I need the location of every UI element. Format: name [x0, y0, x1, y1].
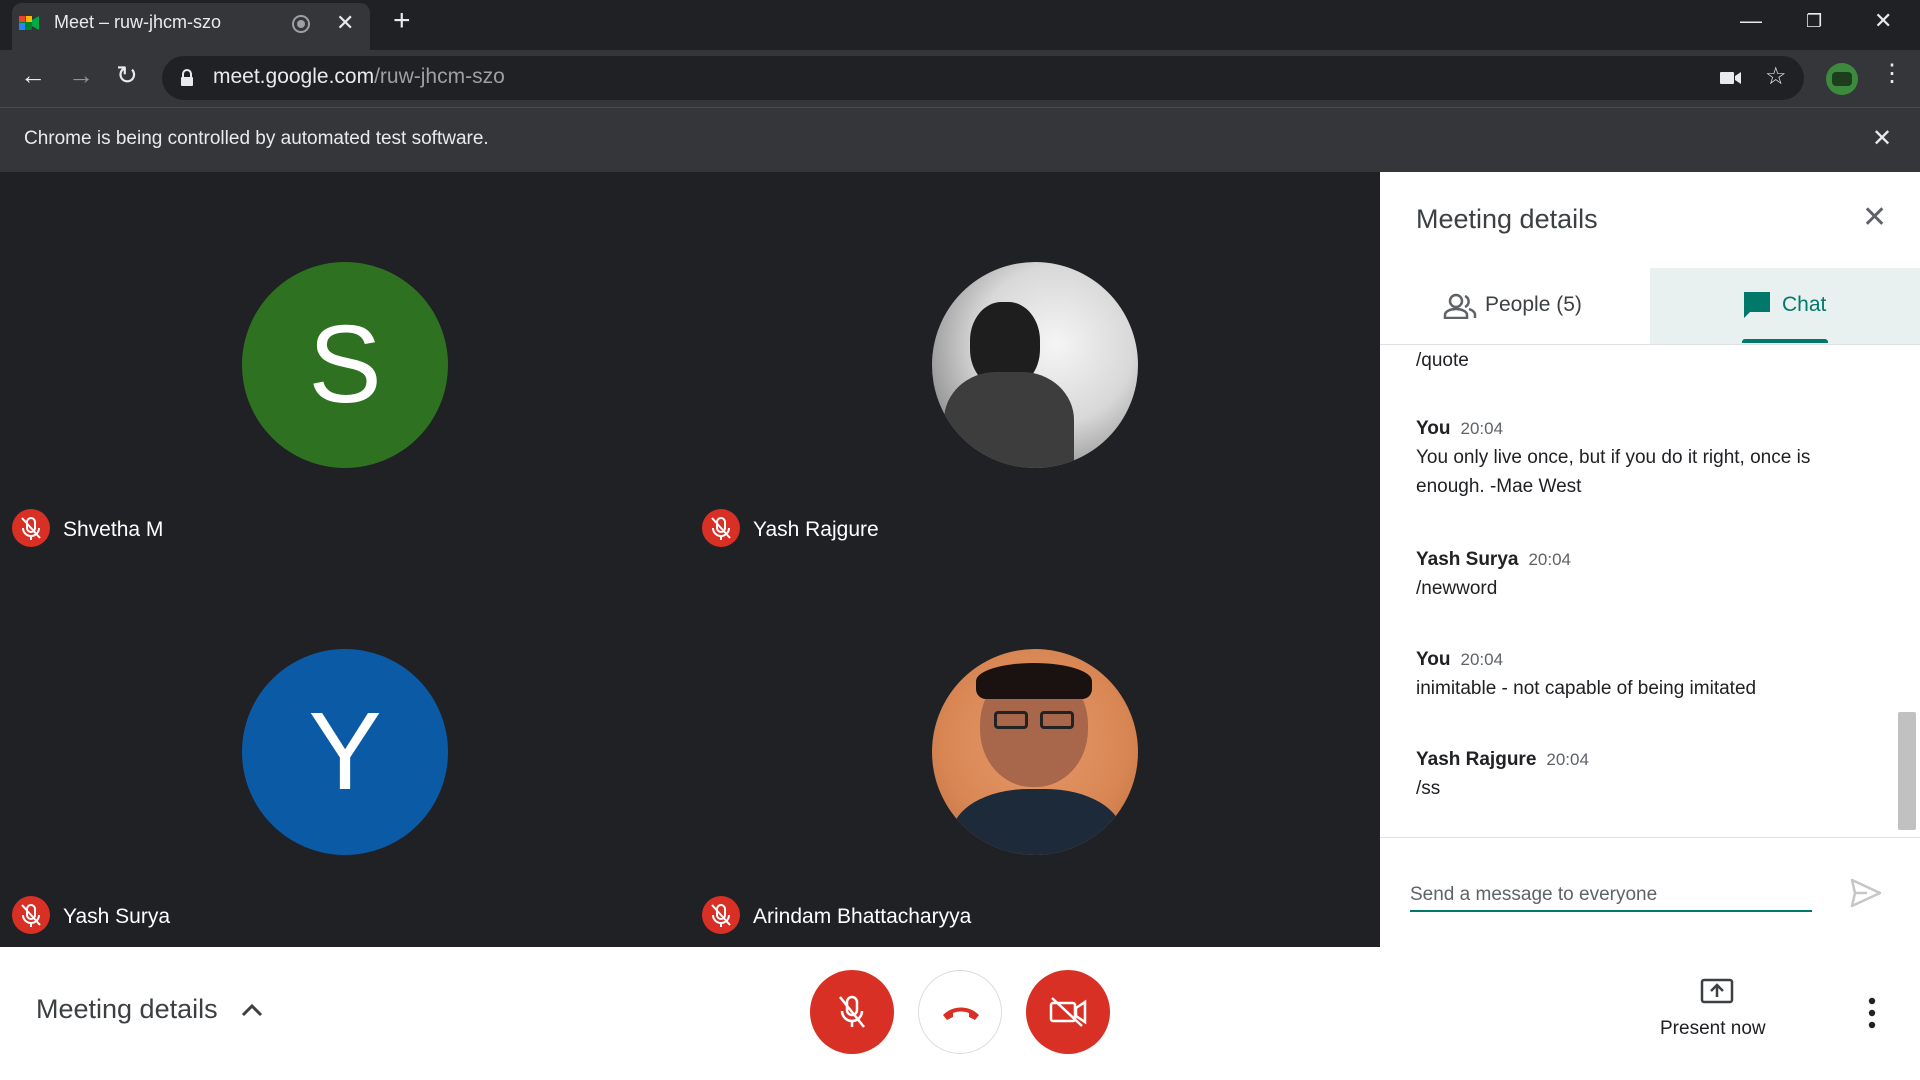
chevron-up-icon[interactable] — [240, 1000, 264, 1020]
mic-toggle-button[interactable] — [810, 970, 894, 1054]
restore-icon[interactable]: ❐ — [1806, 11, 1822, 32]
participant-photo-yash-rajgure — [932, 262, 1138, 468]
chat-tab-label: Chat — [1782, 293, 1827, 316]
participant-name: Yash Surya — [63, 905, 170, 928]
chat-scrollbar[interactable] — [1898, 712, 1916, 830]
send-icon[interactable] — [1850, 878, 1882, 908]
message-text: /ss — [1416, 778, 1441, 799]
panel-close-icon[interactable]: ✕ — [1862, 200, 1887, 235]
chat-message: Yash Rajgure 20:04 /ss — [1416, 749, 1856, 803]
message-time: 20:04 — [1546, 750, 1589, 769]
bookmark-star-icon[interactable]: ☆ — [1765, 62, 1787, 91]
people-tab-label: People (5) — [1485, 293, 1582, 316]
message-sender: Yash Rajgure — [1416, 749, 1537, 770]
message-text: inimitable - not capable of being imitat… — [1416, 678, 1757, 699]
present-screen-icon[interactable] — [1700, 978, 1734, 1006]
camera-off-icon — [1049, 997, 1087, 1027]
message-sender: Yash Surya — [1416, 549, 1519, 570]
chat-icon — [1744, 292, 1770, 318]
lock-icon — [181, 69, 193, 86]
divider — [1380, 837, 1920, 838]
chat-message-partial: /quote — [1416, 350, 1469, 371]
message-text: You only live once, but if you do it rig… — [1416, 447, 1811, 497]
camera-indicator-icon[interactable] — [1720, 70, 1742, 86]
recording-indicator-icon — [292, 15, 310, 33]
participant-photo-arindam — [932, 649, 1138, 855]
message-text: /newword — [1416, 578, 1498, 599]
panel-title: Meeting details — [1416, 204, 1598, 234]
url-text[interactable]: meet.google.com/ruw-jhcm-szo — [213, 65, 505, 89]
message-time: 20:04 — [1528, 550, 1571, 569]
people-icon — [1443, 293, 1477, 319]
chat-message-input[interactable] — [1410, 880, 1812, 912]
tab-title: Meet – ruw-jhcm-szo — [54, 12, 222, 32]
more-options-icon[interactable] — [1868, 997, 1876, 1029]
active-tab-indicator — [1742, 339, 1828, 343]
browser-menu-icon[interactable]: ⋮ — [1880, 62, 1904, 86]
mic-off-icon — [12, 896, 50, 934]
new-tab-icon[interactable]: + — [393, 6, 411, 36]
participant-name: Shvetha M — [63, 518, 164, 541]
window-close-icon[interactable]: ✕ — [1874, 8, 1892, 34]
participant-name: Yash Rajgure — [753, 518, 879, 541]
mic-off-icon — [702, 896, 740, 934]
profile-avatar[interactable] — [1826, 63, 1858, 95]
minimize-icon[interactable]: — — [1740, 8, 1762, 34]
forward-icon[interactable]: → — [68, 62, 94, 88]
chat-message: You 20:04 inimitable - not capable of bei… — [1416, 649, 1856, 703]
mic-off-icon — [702, 509, 740, 547]
url-domain: meet.google.com — [213, 65, 375, 88]
infobar-text: Chrome is being controlled by automated … — [24, 128, 489, 149]
message-sender: You — [1416, 649, 1451, 670]
chat-message: You 20:04 You only live once, but if you … — [1416, 418, 1856, 501]
mic-off-icon — [12, 509, 50, 547]
reload-icon[interactable]: ↻ — [116, 62, 138, 88]
message-time: 20:04 — [1460, 650, 1504, 669]
participant-name: Arindam Bhattacharyya — [753, 905, 972, 928]
present-now-button[interactable]: Present now — [1660, 1018, 1766, 1040]
leave-call-button[interactable] — [918, 970, 1002, 1054]
hang-up-icon — [943, 1007, 979, 1020]
meeting-details-toggle[interactable]: Meeting details — [36, 994, 218, 1025]
chat-message: Yash Surya 20:04 /newword — [1416, 549, 1856, 603]
message-time: 20:04 — [1460, 419, 1504, 438]
mic-off-icon — [839, 995, 865, 1028]
video-grid — [0, 172, 1380, 947]
infobar-close-icon[interactable]: ✕ — [1872, 124, 1892, 153]
participant-avatar-yash-surya: Y — [242, 649, 448, 855]
message-sender: You — [1416, 418, 1451, 439]
back-icon[interactable]: ← — [20, 62, 46, 88]
participant-avatar-shvetha: S — [242, 262, 448, 468]
tab-close-icon[interactable]: ✕ — [336, 10, 354, 36]
url-path: /ruw-jhcm-szo — [374, 65, 505, 88]
meet-favicon-icon — [19, 16, 39, 30]
camera-toggle-button[interactable] — [1026, 970, 1110, 1054]
divider — [1380, 344, 1920, 345]
